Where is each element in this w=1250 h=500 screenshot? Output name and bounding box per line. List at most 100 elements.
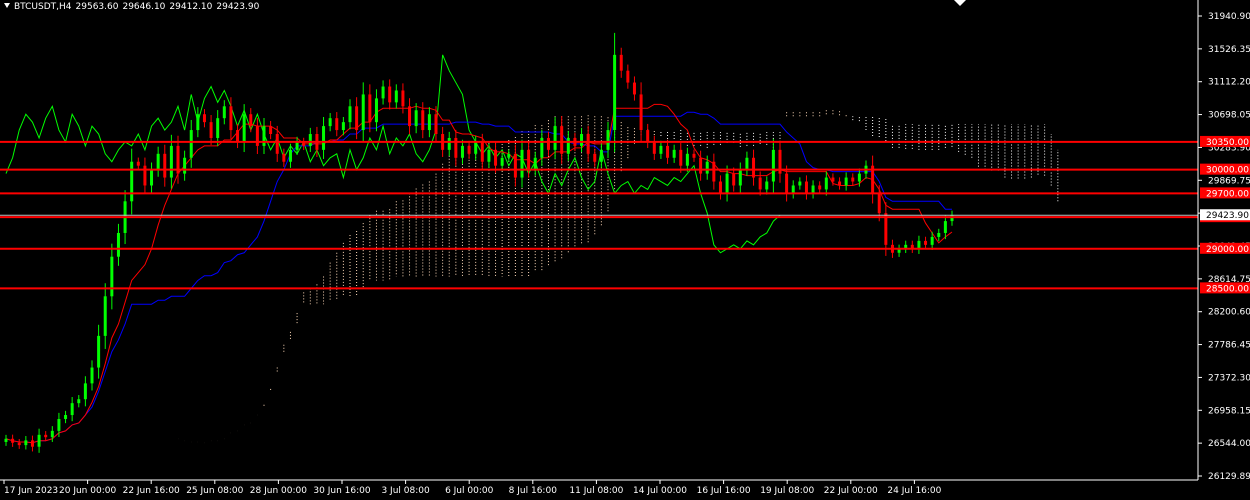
time-axis: 17 Jun 2023 20 Jun 00:00 22 Jun 16:00 25 Ju… <box>3 480 942 496</box>
candle-body <box>288 149 292 162</box>
candle-body <box>566 137 570 154</box>
scroll-marker-icon[interactable] <box>954 0 966 6</box>
candle-body <box>130 161 134 202</box>
candle-body <box>732 173 736 186</box>
candle-body <box>580 134 584 146</box>
candle-body <box>553 126 557 150</box>
candle-body <box>189 130 193 158</box>
candle-body <box>229 106 233 131</box>
dropdown-triangle-icon[interactable] <box>4 3 10 8</box>
candle-body <box>487 149 491 162</box>
candle-body <box>90 367 94 384</box>
time-tick-label: 17 Jun 2023 <box>4 486 58 496</box>
price-tick-label: 27786.45 <box>1208 341 1250 351</box>
candle-body <box>943 221 947 233</box>
candle-body <box>791 185 795 194</box>
candle-body <box>57 418 61 431</box>
time-tick-label: 25 Jun 08:00 <box>186 486 243 496</box>
candle-body <box>242 114 246 142</box>
candle-body <box>77 399 81 404</box>
candle-body <box>520 149 524 178</box>
candle-body <box>606 130 610 150</box>
candle-body <box>480 141 484 162</box>
price-tick-label: 26544.00 <box>1208 439 1250 449</box>
candle-body <box>295 141 299 150</box>
candle-body <box>924 240 928 245</box>
candle-body <box>37 434 41 447</box>
candle-body <box>599 149 603 162</box>
candle-body <box>150 169 154 186</box>
time-tick-label: 11 Jul 08:00 <box>569 486 623 496</box>
candle-body <box>110 256 114 297</box>
candle-body <box>937 232 941 237</box>
price-tick-label: 29869.75 <box>1208 176 1250 186</box>
candle-body <box>838 181 842 186</box>
candle-body <box>513 153 517 178</box>
candle-body <box>97 335 101 368</box>
candle-body <box>341 122 345 131</box>
time-tick-label: 28 Jun 00:00 <box>250 486 307 496</box>
candle-body <box>30 440 34 447</box>
candle-body <box>361 94 365 131</box>
candle-body <box>183 157 187 174</box>
candle-body <box>930 236 934 245</box>
candle-body <box>474 141 478 154</box>
current-price-label: 29423.90 <box>1206 211 1249 221</box>
symbol-label: BTCUSDT,H4 <box>14 2 72 12</box>
candle-body <box>818 185 822 190</box>
price-chart[interactable]: 31940.9031526.3531112.2030698.0530283.90… <box>0 0 1250 500</box>
candle-body <box>163 153 167 178</box>
candle-body <box>626 70 630 83</box>
candle-body <box>335 118 339 131</box>
candle-body <box>546 137 550 150</box>
tenkan-line <box>5 103 953 444</box>
candle-body <box>408 106 412 127</box>
candle-body <box>388 86 392 103</box>
candle-body <box>4 438 8 442</box>
candle-body <box>672 149 676 158</box>
candle-body <box>666 145 670 158</box>
time-tick-label: 14 Jul 00:00 <box>633 486 687 496</box>
candle-body <box>401 90 405 107</box>
candle-body <box>269 126 273 135</box>
candle-body <box>494 149 498 166</box>
candle-body <box>811 185 815 194</box>
candle-body <box>765 181 769 190</box>
candle-body <box>705 161 709 174</box>
price-tick-label: 31526.35 <box>1208 45 1250 55</box>
candle-body <box>917 240 921 249</box>
price-tick-label: 31940.90 <box>1208 12 1250 22</box>
candle-body <box>507 153 511 158</box>
candle-body <box>368 94 372 123</box>
candle-body <box>24 440 28 446</box>
candle-body <box>652 141 656 154</box>
price-tick-label: 27372.30 <box>1208 373 1250 383</box>
low-value: 29412.10 <box>169 2 213 12</box>
candle-body <box>500 157 504 166</box>
candle-body <box>771 149 775 182</box>
candle-body <box>202 114 206 123</box>
candle-body <box>804 181 808 194</box>
candle-body <box>249 114 253 127</box>
candle-body <box>17 442 21 446</box>
price-tick-label: 30698.05 <box>1208 111 1250 121</box>
time-tick-label: 3 Jul 08:00 <box>381 486 430 496</box>
candle-body <box>725 173 729 194</box>
chart-header: BTCUSDT,H4 29563.60 29646.10 29412.10 29423.… <box>4 2 263 12</box>
candle-body <box>679 149 683 166</box>
candle-body <box>718 181 722 194</box>
candle-body <box>593 153 597 162</box>
candle-body <box>851 177 855 182</box>
candle-body <box>844 177 848 186</box>
time-tick-label: 22 Jun 16:00 <box>123 486 180 496</box>
candle-body <box>421 110 425 131</box>
candle-body <box>355 106 359 131</box>
kijun-line <box>5 111 952 444</box>
price-tick-label: 26129.89 <box>1208 472 1250 482</box>
candle-body <box>434 114 438 135</box>
candle-body <box>282 153 286 162</box>
candle-body <box>586 134 590 154</box>
time-tick-label: 24 Jul 16:00 <box>887 486 941 496</box>
candle-body <box>83 383 87 400</box>
candle-body <box>169 145 173 178</box>
